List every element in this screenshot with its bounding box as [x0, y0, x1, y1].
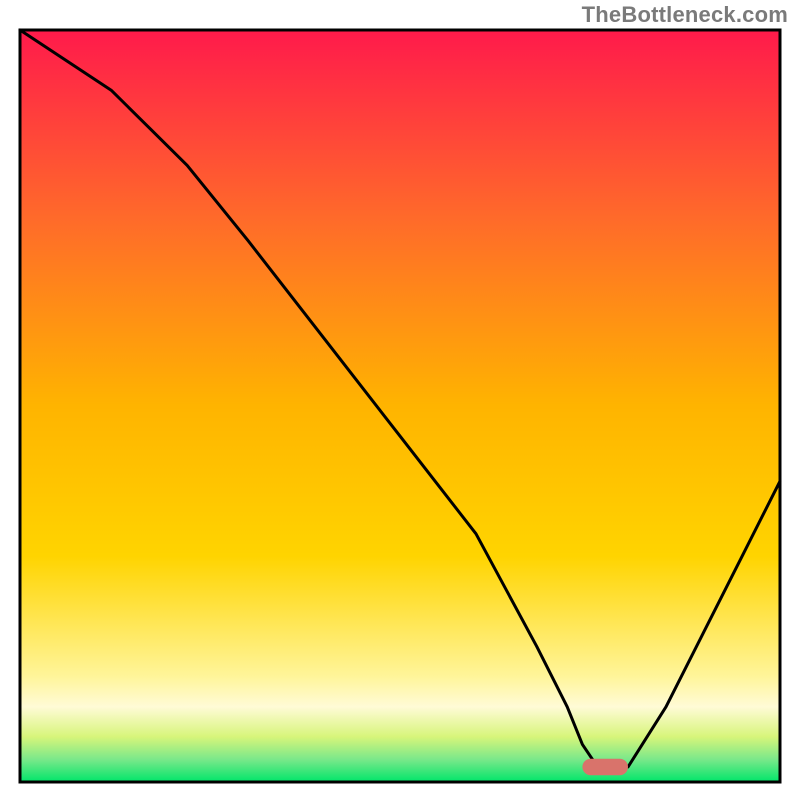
watermark-text: TheBottleneck.com	[582, 2, 788, 28]
plot-area	[20, 30, 780, 782]
optimum-marker	[582, 759, 628, 776]
gradient-background	[20, 30, 780, 782]
bottleneck-curve-chart	[0, 0, 800, 800]
